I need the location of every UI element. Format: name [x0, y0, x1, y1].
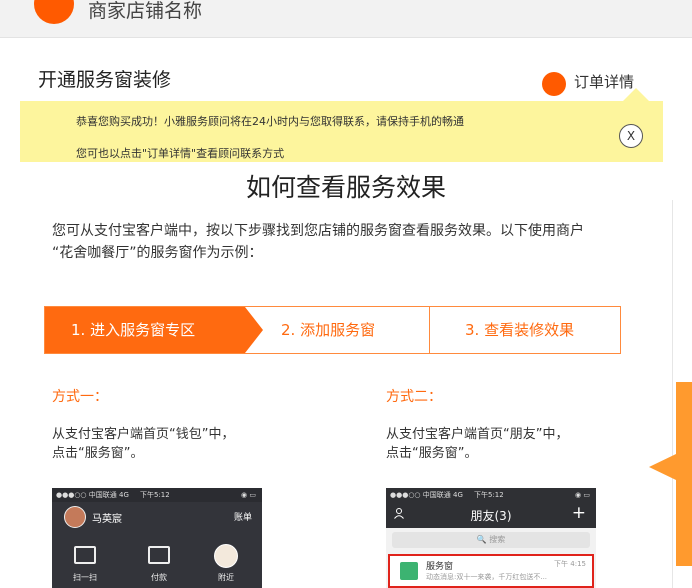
shop-name: 商家店铺名称	[88, 0, 203, 22]
status-icons: ◉ ▭	[241, 491, 256, 499]
method-1-title: 方式一：	[52, 389, 108, 405]
method-1-desc-line1: 从支付宝客户端首页“钱包”中，	[52, 427, 235, 442]
phone-screenshot-friends: ●●●○○ 中国联通 4G 下午5:12 ◉ ▭ 朋友(3) + 🔍 搜索 服务…	[386, 488, 596, 588]
intro-text: 您可从支付宝客户端中，按以下步骤找到您店铺的服务窗查看服务效果。以下使用商户 “…	[52, 220, 632, 264]
method-2-desc-line1: 从支付宝客户端首页“朋友”中，	[386, 427, 569, 442]
bill-link: 账单	[233, 513, 252, 523]
steps-bar: 1. 进入服务窗专区 2. 添加服务窗 3. 查看装修效果	[44, 306, 621, 354]
status-bar: ●●●○○ 中国联通 4G 下午5:12 ◉ ▭	[52, 488, 262, 502]
intro-line-1: 您可从支付宝客户端中，按以下步骤找到您店铺的服务窗查看服务效果。以下使用商户	[52, 223, 584, 239]
step-1-tab[interactable]: 1. 进入服务窗专区	[45, 307, 245, 353]
status-time: 下午5:12	[474, 491, 504, 499]
scan-label: 扫一扫	[73, 573, 97, 582]
phone-screenshot-wallet: ●●●○○ 中国联通 4G 下午5:12 ◉ ▭ 马英宸 账单 扫一扫 付款 附…	[52, 488, 262, 588]
side-tab-arrow-icon[interactable]	[649, 454, 676, 480]
notice-text-line2: 您可也以点击"订单详情"查看顾问联系方式	[76, 147, 285, 160]
step-3-tab[interactable]: 3. 查看装修效果	[465, 307, 574, 353]
carrier-text: ●●●○○ 中国联通 4G	[390, 491, 463, 499]
intro-line-2: “花舍咖餐厅”的服务窗作为示例：	[52, 245, 263, 261]
method-2-title: 方式二：	[386, 389, 442, 405]
page-title: 开通服务窗装修	[38, 69, 172, 91]
success-notice: 恭喜您购买成功！小雅服务顾问将在24小时内与您取得联系，请保持手机的畅通 您可也…	[20, 101, 663, 162]
method-2-desc: 从支付宝客户端首页“朋友”中， 点击“服务窗”。	[386, 425, 568, 463]
nearby-icon	[214, 544, 238, 568]
service-window-icon	[400, 562, 418, 580]
method-1-desc-line2: 点击“服务窗”。	[52, 446, 144, 461]
nearby-label: 附近	[218, 573, 234, 582]
service-window-time: 下午 4:15	[554, 560, 586, 568]
step-1-arrow-icon	[245, 307, 263, 353]
side-tab[interactable]	[676, 382, 692, 566]
step-2-tab[interactable]: 2. 添加服务窗	[281, 307, 375, 353]
notice-caret	[622, 88, 650, 102]
shop-logo-icon	[34, 0, 74, 24]
friends-title: 朋友(3)	[470, 509, 512, 523]
status-icons: ◉ ▭	[575, 491, 590, 499]
carrier-text: ●●●○○ 中国联通 4G	[56, 491, 129, 499]
pay-icon	[148, 546, 170, 564]
friends-header: 朋友(3) +	[386, 502, 596, 528]
plus-icon: +	[571, 503, 586, 523]
method-2-desc-line2: 点击“服务窗”。	[386, 446, 478, 461]
order-dot-icon[interactable]	[542, 72, 566, 96]
avatar	[64, 506, 86, 528]
section-title: 如何查看服务效果	[245, 173, 446, 202]
service-window-name: 服务窗	[426, 562, 454, 572]
user-name: 马英宸	[92, 514, 122, 525]
method-1-desc: 从支付宝客户端首页“钱包”中， 点击“服务窗”。	[52, 425, 234, 463]
right-divider	[672, 200, 673, 588]
search-bar: 🔍 搜索	[392, 532, 590, 548]
status-time: 下午5:12	[140, 491, 170, 499]
scan-icon	[74, 546, 96, 564]
notice-text-line1: 恭喜您购买成功！小雅服务顾问将在24小时内与您取得联系，请保持手机的畅通	[76, 115, 464, 128]
pay-label: 付款	[151, 573, 167, 582]
top-bar: 商家店铺名称	[0, 0, 692, 38]
step-divider	[429, 307, 430, 353]
service-window-message: 动态消息:双十一来袭，千万红包送不...	[426, 573, 548, 581]
notice-close-button[interactable]: X	[619, 124, 643, 148]
service-window-item: 服务窗 下午 4:15 动态消息:双十一来袭，千万红包送不...	[388, 554, 594, 588]
status-bar: ●●●○○ 中国联通 4G 下午5:12 ◉ ▭	[386, 488, 596, 502]
